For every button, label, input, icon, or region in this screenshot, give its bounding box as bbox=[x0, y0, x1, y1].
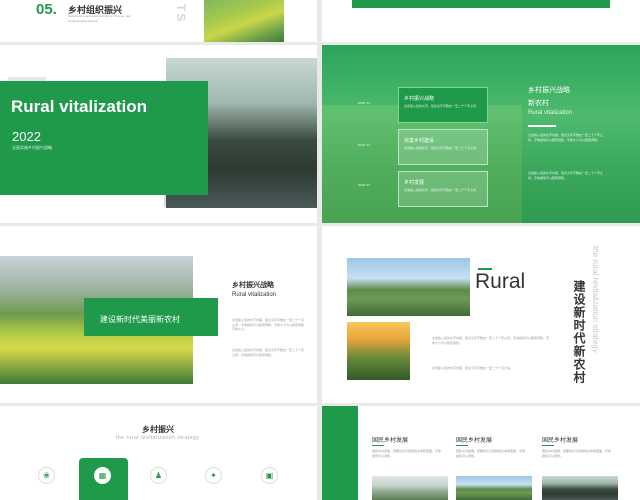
slide6-para-1: 点击输入您的文字内容，建议文字字数在一至二十个字之间，字体颜色可以随意调整，字体… bbox=[432, 336, 550, 345]
box-1-text: 点击输入您的文字，建议文字字数在一至二十个字之间 bbox=[404, 104, 477, 108]
right-title: 乡村振兴战略 bbox=[528, 87, 570, 94]
slide-8[interactable]: 国民乡村发展 国民乡村发展，想要将文字复制到文本框里面，字体颜色可以调整。 国民… bbox=[322, 406, 640, 500]
slide3-sub: 全面实施乡村振兴战略 bbox=[12, 145, 52, 150]
slide7-title: 乡村振兴 bbox=[142, 425, 174, 434]
box-3-text: 点击输入您的文字，建议文字字数在一至二十个字之间 bbox=[404, 188, 477, 192]
slide5-para-2: 点击输入您的文字内容，建议文字字数在一至二十个字之间，字体颜色可以随意调整。 bbox=[232, 348, 305, 357]
tractor-icon: ▣ bbox=[265, 471, 274, 480]
right-divider bbox=[528, 125, 556, 127]
slide-1[interactable]: 05. 乡村组织振兴 Sebahs a breahtrmeal contrulo… bbox=[0, 0, 317, 42]
slide6-title: Rural bbox=[475, 270, 526, 293]
col-3-title: 国民乡村发展 bbox=[542, 438, 579, 444]
right-para-1: 点击输入您的文字内容，建议文字字数在一至二十个字之间，字体颜色可以随意调整，字体… bbox=[528, 133, 604, 142]
person-icon: ♟ bbox=[154, 471, 163, 480]
box-2-title: 完善乡村建设 bbox=[404, 138, 435, 144]
title-panel: Rural vitalization 2022 全面实施乡村振兴战略 bbox=[0, 81, 208, 195]
slide5-title: 乡村振兴战略 bbox=[232, 282, 274, 289]
box-2[interactable]: 完善乡村建设 点击输入您的文字，建议文字字数在一至二十个字之间 bbox=[398, 129, 488, 165]
icon-circle-3[interactable]: ♟ bbox=[150, 467, 167, 484]
right-para-2: 点击输入您的文字内容，建议文字字数在一至二十个字之间，字体颜色可以随意调整。 bbox=[528, 171, 604, 180]
vertical-cn: 建设新时代新农村 bbox=[572, 280, 586, 384]
slide5-para-1: 点击输入您的文字内容，建议文字字数在一至二十个字之间，字体颜色可以随意调整，字体… bbox=[232, 318, 305, 331]
section-subtitle: Sebahs a breahtrmeal contrulor in fhrnes… bbox=[68, 14, 131, 23]
box-1[interactable]: 乡村振兴战略 点击输入您的文字，建议文字字数在一至二十个字之间 bbox=[398, 87, 488, 123]
icon-circle-2[interactable]: ▦ bbox=[94, 467, 111, 484]
vertical-letters: TS bbox=[174, 4, 188, 24]
icon-circle-4[interactable]: ✦ bbox=[205, 467, 222, 484]
slide3-title: Rural vitalization bbox=[11, 97, 148, 116]
side-label-3: PART 03 bbox=[358, 183, 370, 187]
banner-text: 建设新时代美丽新农村 bbox=[100, 315, 180, 324]
slide1-photo bbox=[204, 0, 284, 42]
col-2-line bbox=[456, 445, 468, 446]
slide7-en: the rural revitalization strategy bbox=[116, 435, 200, 441]
slide-3[interactable]: Rural vitalization 2022 全面实施乡村振兴战略 bbox=[0, 45, 317, 223]
karst-photo bbox=[347, 258, 470, 316]
slide-4[interactable]: PART 01 PART 02 PART 03 乡村振兴战略 点击输入您的文字，… bbox=[322, 45, 640, 223]
slide-5[interactable]: 建设新时代美丽新农村 乡村振兴战略 Rural vitalization 点击输… bbox=[0, 226, 317, 403]
vertical-en: the rural revitalization strategy bbox=[591, 246, 600, 353]
icon-circle-5[interactable]: ▣ bbox=[261, 467, 278, 484]
col-1-text: 国民乡村发展，想要将文字复制到文本框里面，字体颜色可以调整。 bbox=[372, 449, 442, 458]
right-en: Rural vitalization bbox=[528, 110, 573, 116]
side-label-2: PART 02 bbox=[358, 143, 370, 147]
slide-6[interactable]: Rural 建设新时代新农村 the rural revitalization … bbox=[322, 226, 640, 403]
left-green-bar bbox=[322, 406, 358, 500]
right-title-2: 新农村 bbox=[528, 100, 549, 107]
section-number: 05. bbox=[36, 1, 57, 18]
slide-7[interactable]: 乡村振兴 the rural revitalization strategy ❀… bbox=[0, 406, 317, 500]
slide6-para-2: 点击输入您的文字内容，建议文字字数在一至二十个字之间。 bbox=[432, 366, 514, 370]
leaf-icon: ❀ bbox=[43, 471, 50, 480]
col-1-line bbox=[372, 445, 384, 446]
icon-circle-1[interactable]: ❀ bbox=[38, 467, 55, 484]
slide-2[interactable] bbox=[322, 0, 640, 42]
box-3-title: 乡村发展 bbox=[404, 180, 425, 186]
pin-icon: ✦ bbox=[210, 471, 217, 480]
col-2-photo bbox=[456, 476, 532, 500]
grid-icon: ▦ bbox=[98, 471, 107, 480]
green-band bbox=[352, 0, 610, 8]
col-3-line bbox=[542, 445, 554, 446]
slide5-en: Rural vitalization bbox=[232, 292, 277, 298]
col-3-text: 国民乡村发展，想要将文字复制到文本框里面，字体颜色可以调整。 bbox=[542, 449, 612, 458]
col-2-text: 国民乡村发展，想要将文字复制到文本框里面，字体颜色可以调整。 bbox=[456, 449, 526, 458]
box-3[interactable]: 乡村发展 点击输入您的文字，建议文字字数在一至二十个字之间 bbox=[398, 171, 488, 207]
col-3-photo bbox=[542, 476, 618, 500]
col-1-title: 国民乡村发展 bbox=[372, 438, 409, 444]
col-1-photo bbox=[372, 476, 448, 500]
box-2-text: 点击输入您的文字，建议文字字数在一至二十个字之间 bbox=[404, 146, 477, 150]
col-2-title: 国民乡村发展 bbox=[456, 438, 493, 444]
slide3-year: 2022 bbox=[12, 129, 41, 144]
box-1-title: 乡村振兴战略 bbox=[404, 96, 435, 102]
side-label-1: PART 01 bbox=[358, 101, 370, 105]
sunset-photo bbox=[347, 322, 410, 380]
